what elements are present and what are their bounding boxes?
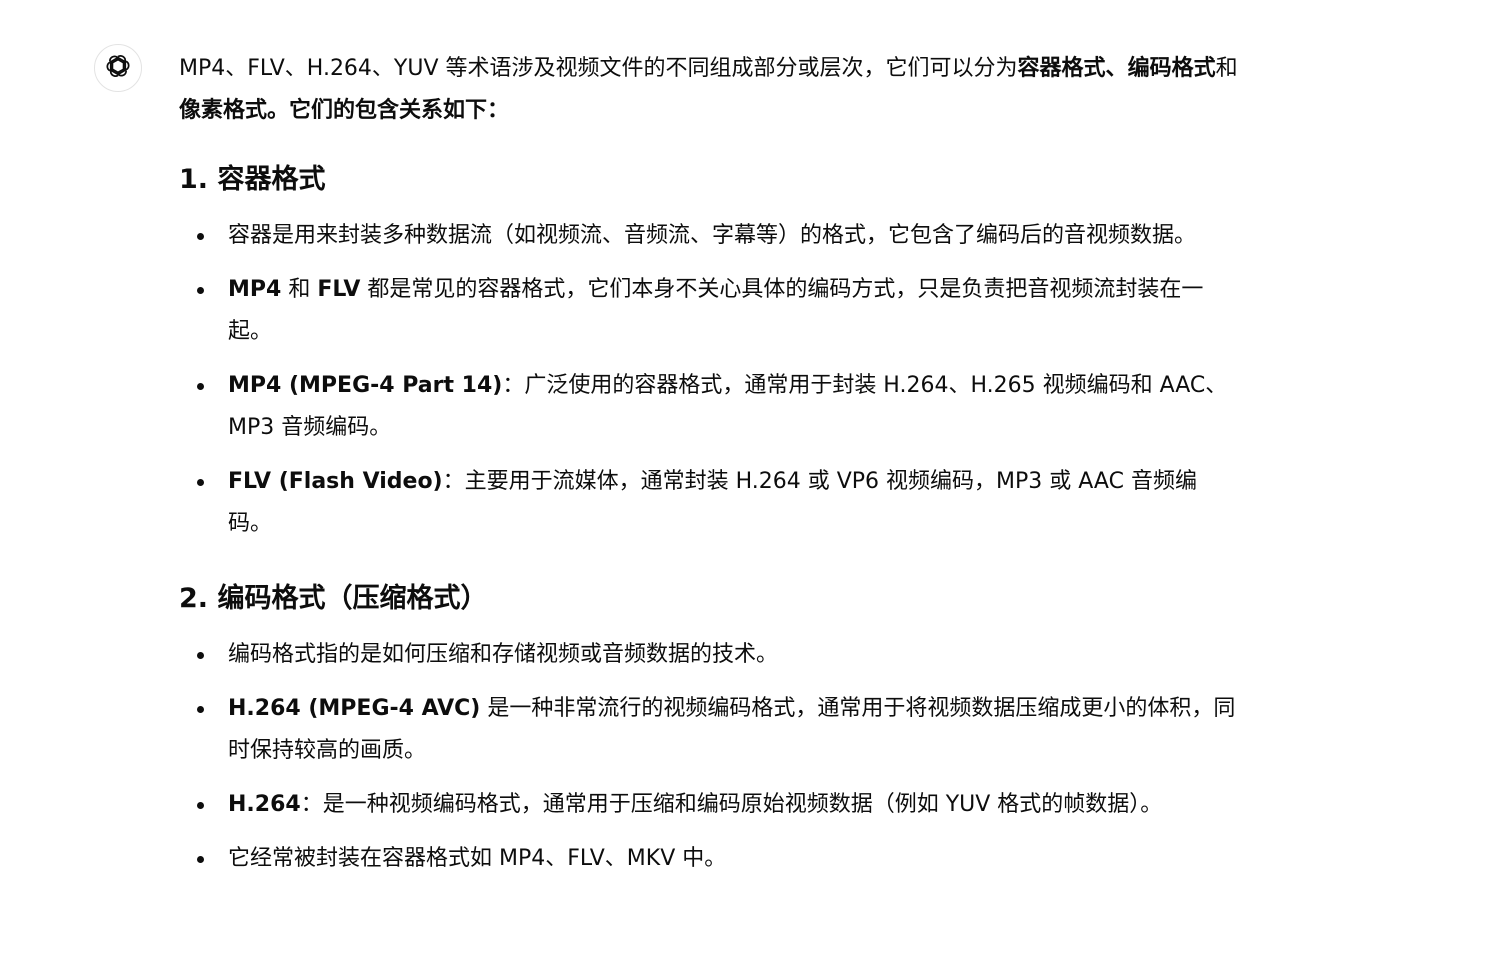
list-item-bold: MP4 (MPEG-4 Part 14) [228,373,503,398]
list-item-text: 和 [281,277,318,302]
list-item-text: 都是常见的容器格式，它们本身不关心具体的编码方式，只是负责把音视频流封装在一起。 [228,277,1204,344]
section-heading-codecs: 2. 编码格式（压缩格式） [179,583,488,614]
list-item: MP4 和 FLV 都是常见的容器格式，它们本身不关心具体的编码方式，只是负责把… [179,269,1239,353]
list-item: 编码格式指的是如何压缩和存储视频或音频数据的技术。 [179,634,1239,676]
containers-list: 容器是用来封装多种数据流（如视频流、音频流、字幕等）的格式，它包含了编码后的音视… [179,215,1239,545]
intro-bold-codec-format: 编码格式 [1127,56,1216,81]
intro-separator: 、 [1105,56,1128,81]
intro-conjunction: 和 [1215,56,1238,81]
list-item-bold: MP4 [228,277,282,302]
assistant-message: MP4、FLV、H.264、YUV 等术语涉及视频文件的不同组成部分或层次，它们… [179,48,1239,892]
intro-paragraph: MP4、FLV、H.264、YUV 等术语涉及视频文件的不同组成部分或层次，它们… [179,48,1239,132]
list-item: MP4 (MPEG-4 Part 14)：广泛使用的容器格式，通常用于封装 H.… [179,365,1239,449]
list-item-bold: H.264 (MPEG-4 AVC) [228,696,481,721]
list-item-bold: H.264 [228,792,301,817]
list-item-text: 编码格式指的是如何压缩和存储视频或音频数据的技术。 [228,642,779,667]
section-heading-containers: 1. 容器格式 [179,164,326,195]
list-item-text: ：是一种视频编码格式，通常用于压缩和编码原始视频数据（例如 YUV 格式的帧数据… [300,792,1163,817]
intro-text: MP4、FLV、H.264、YUV 等术语涉及视频文件的不同组成部分或层次，它们… [179,56,1018,81]
list-item: FLV (Flash Video)：主要用于流媒体，通常封装 H.264 或 V… [179,461,1239,545]
assistant-avatar [94,44,142,92]
openai-logo-icon [104,52,132,84]
list-item: 它经常被封装在容器格式如 MP4、FLV、MKV 中。 [179,838,1239,880]
intro-tail: 。它们的包含关系如下： [267,98,510,123]
list-item: H.264 (MPEG-4 AVC) 是一种非常流行的视频编码格式，通常用于将视… [179,688,1239,772]
list-item-bold: FLV (Flash Video) [228,469,443,494]
list-item-text: 它经常被封装在容器格式如 MP4、FLV、MKV 中。 [228,846,727,871]
intro-bold-container-format: 容器格式 [1017,56,1106,81]
intro-bold-pixel-format: 像素格式 [179,98,268,123]
list-item-bold: FLV [317,277,361,302]
list-item-text: 容器是用来封装多种数据流（如视频流、音频流、字幕等）的格式，它包含了编码后的音视… [228,223,1197,248]
list-item: H.264：是一种视频编码格式，通常用于压缩和编码原始视频数据（例如 YUV 格… [179,784,1239,826]
codecs-list: 编码格式指的是如何压缩和存储视频或音频数据的技术。 H.264 (MPEG-4 … [179,634,1239,880]
list-item: 容器是用来封装多种数据流（如视频流、音频流、字幕等）的格式，它包含了编码后的音视… [179,215,1239,257]
